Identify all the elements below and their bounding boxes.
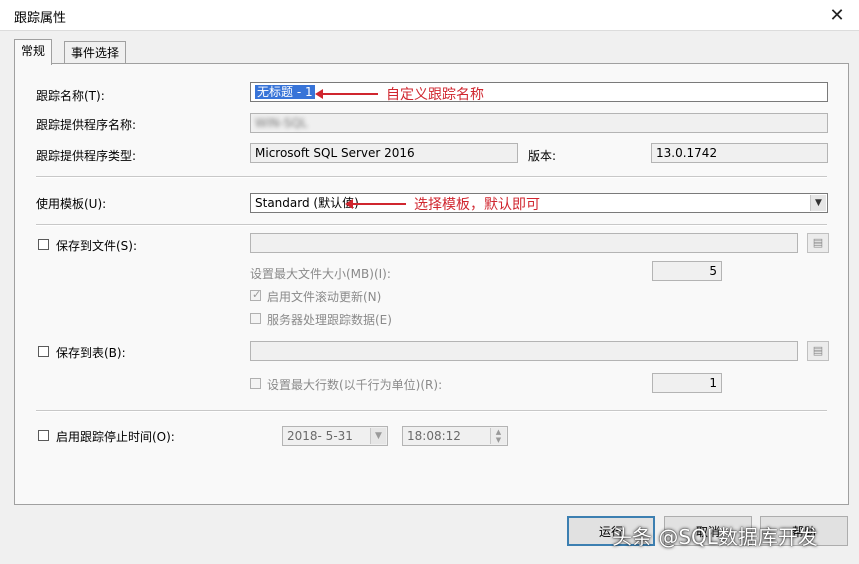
max-rows-checkbox[interactable] — [250, 378, 261, 389]
folder-browse-icon[interactable]: ▤ — [807, 233, 829, 253]
chevron-down-icon[interactable]: ▼ — [370, 428, 386, 444]
close-icon[interactable]: ✕ — [815, 0, 859, 30]
table-input[interactable] — [250, 341, 798, 361]
max-file-size-value: 5 — [709, 264, 717, 278]
file-rollover-label: 启用文件滚动更新(N) — [267, 290, 382, 304]
tab-general-label: 常规 — [21, 44, 46, 58]
file-rollover-checkbox[interactable]: ✓ — [250, 288, 262, 301]
trace-name-input[interactable]: 无标题 - 1 — [250, 82, 828, 102]
save-to-file-checkbox[interactable] — [38, 239, 49, 250]
provider-type-field: Microsoft SQL Server 2016 — [250, 143, 518, 163]
version-label: 版本: — [528, 149, 557, 163]
provider-type-value: Microsoft SQL Server 2016 — [255, 146, 415, 160]
stop-date-picker[interactable]: 2018- 5-31 ▼ — [282, 426, 388, 446]
tab-general[interactable]: 常规 — [14, 39, 53, 65]
server-process-label: 服务器处理跟踪数据(E) — [267, 313, 392, 327]
template-value: Standard (默认值) — [255, 196, 359, 210]
file-path-input[interactable] — [250, 233, 798, 253]
max-file-size-label: 设置最大文件大小(MB)(I): — [250, 267, 391, 281]
tab-event-selection-label: 事件选择 — [71, 46, 120, 60]
annotation-name-note: 自定义跟踪名称 — [386, 87, 484, 103]
window-title: 跟踪属性 — [14, 11, 67, 26]
provider-name-field: WIN-SQL — [250, 113, 828, 133]
save-to-table-checkbox[interactable] — [38, 346, 49, 357]
trace-name-label: 跟踪名称(T): — [36, 89, 105, 103]
stop-time-spinner[interactable]: 18:08:12 ▲ ▼ — [402, 426, 508, 446]
check-mark-icon: ✓ — [252, 288, 262, 301]
title-bar: 跟踪属性 ✕ — [0, 0, 859, 31]
provider-name-label: 跟踪提供程序名称: — [36, 118, 137, 132]
save-to-table-label: 保存到表(B): — [56, 346, 126, 360]
provider-name-value: WIN-SQL — [255, 116, 308, 130]
annotation-arrow-name — [315, 89, 378, 99]
stop-time-label: 启用跟踪停止时间(O): — [56, 430, 175, 444]
watermark: 头条 @SQL数据库开发 — [612, 525, 818, 549]
max-file-size-input[interactable]: 5 — [652, 261, 722, 281]
stop-time-value: 18:08:12 — [407, 429, 461, 443]
separator — [36, 410, 827, 412]
table-browse-icon[interactable]: ▤ — [807, 341, 829, 361]
stop-time-checkbox[interactable] — [38, 430, 49, 441]
trace-name-value: 无标题 - 1 — [255, 85, 315, 99]
save-to-file-label: 保存到文件(S): — [56, 239, 138, 253]
separator — [36, 176, 827, 178]
version-field: 13.0.1742 — [651, 143, 828, 163]
separator — [36, 224, 827, 226]
annotation-template-note: 选择模板，默认即可 — [414, 197, 540, 213]
max-rows-input[interactable]: 1 — [652, 373, 722, 393]
tab-event-selection[interactable]: 事件选择 — [64, 41, 127, 64]
stop-date-value: 2018- 5-31 — [287, 429, 353, 443]
provider-type-label: 跟踪提供程序类型: — [36, 149, 137, 163]
chevron-down-icon[interactable]: ▼ — [810, 195, 826, 211]
server-process-checkbox[interactable] — [250, 313, 261, 324]
template-label: 使用模板(U): — [36, 197, 107, 211]
annotation-arrow-template — [345, 199, 406, 209]
max-rows-value: 1 — [709, 376, 717, 390]
spinner-arrows-icon[interactable]: ▲ ▼ — [490, 428, 506, 444]
version-value: 13.0.1742 — [656, 146, 718, 160]
max-rows-label: 设置最大行数(以千行为单位)(R): — [267, 378, 443, 392]
